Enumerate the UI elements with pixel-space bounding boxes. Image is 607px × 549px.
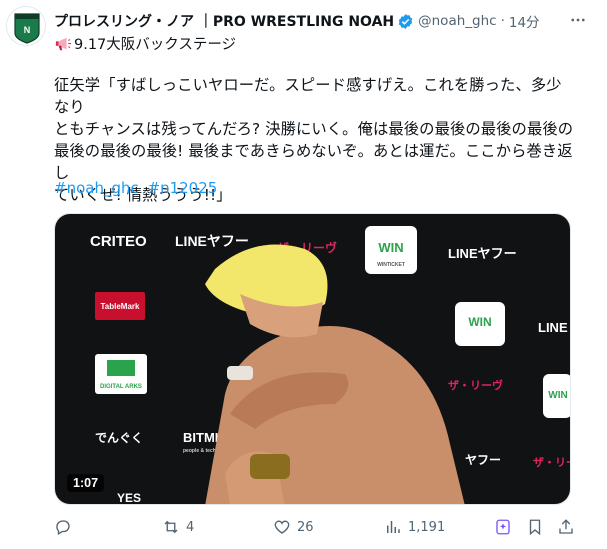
video-duration: 1:07 — [67, 474, 105, 492]
svg-text:ザ・リーヴ: ザ・リーヴ — [448, 378, 503, 392]
reply-icon — [56, 520, 70, 535]
svg-text:WIN: WIN — [468, 315, 491, 329]
share-icon — [559, 519, 573, 534]
repost-count: 4 — [186, 519, 195, 535]
banner-text: DIGITAL ARKS — [100, 384, 142, 390]
reply-button[interactable] — [54, 514, 78, 540]
action-bar: 4 26 1,191 — [54, 514, 582, 540]
banner-text: LINE — [538, 320, 568, 335]
banner-text: TableMark — [101, 302, 141, 311]
repost-button[interactable]: 4 — [162, 514, 194, 540]
banner-text: ヤフー — [465, 453, 501, 467]
banner-text: YES — [117, 491, 141, 505]
svg-text:N: N — [24, 25, 31, 35]
like-count: 26 — [297, 519, 314, 535]
grok-icon — [496, 519, 510, 535]
bookmark-icon — [529, 519, 541, 536]
tweet-header: プロレスリング・ノア ｜PRO WRESTLING NOAH @noah_ghc… — [54, 10, 595, 32]
display-name[interactable]: プロレスリング・ノア ｜PRO WRESTLING NOAH — [54, 11, 394, 31]
video-player[interactable]: CRITEO LINEヤフー ザ・リーヴ WIN WINTICKET LINEヤ… — [54, 213, 571, 505]
tweet-first-line: 9.17大阪バックステージ — [54, 33, 236, 54]
first-line-text: 9.17大阪バックステージ — [74, 37, 237, 53]
hashtags: #noah_ghc #n12025 — [54, 179, 221, 197]
like-icon — [274, 520, 290, 534]
like-button[interactable]: 26 — [273, 514, 314, 540]
banner-text: LINEヤフー — [175, 233, 249, 249]
noah-logo-icon: N — [7, 7, 45, 45]
verified-icon — [398, 13, 413, 29]
banner-text: CRITEO — [90, 233, 147, 250]
timestamp[interactable]: 14分 — [509, 11, 540, 31]
separator-dot: · — [500, 13, 505, 29]
more-icon[interactable] — [567, 9, 589, 31]
banner-text: LINEヤフー — [448, 246, 517, 261]
views-button[interactable]: 1,191 — [384, 514, 445, 540]
repost-icon — [164, 520, 178, 534]
body-line: 最後の最後の最後! 最後まであきらめないぞ。あとは運だ。ここから巻き返し — [54, 142, 573, 182]
hashtag-link[interactable]: #n12025 — [148, 179, 218, 197]
body-line: ともチャンスは残ってんだろ? 決勝にいく。俺は最後の最後の最後の最後の — [54, 120, 574, 138]
svg-text:ザ・リーヴ: ザ・リーヴ — [533, 455, 571, 469]
svg-text:WIN: WIN — [548, 390, 567, 401]
avatar[interactable]: N — [6, 6, 46, 46]
megaphone-icon — [55, 37, 71, 50]
handle[interactable]: @noah_ghc — [418, 13, 496, 29]
banner-text: WIN — [378, 240, 403, 255]
views-icon — [387, 521, 400, 533]
banner-text: でんぐく — [95, 431, 143, 445]
share-button[interactable] — [557, 514, 575, 540]
bookmark-button[interactable] — [526, 514, 544, 540]
grok-button[interactable] — [494, 514, 512, 540]
video-frame: CRITEO LINEヤフー ザ・リーヴ WIN WINTICKET LINEヤ… — [55, 214, 571, 505]
body-line: 征矢学「すばしっこいヤローだ。スピード感すげえ。これを勝った、多少なり — [54, 76, 562, 116]
views-count: 1,191 — [408, 519, 446, 535]
hashtag-link[interactable]: #noah_ghc — [54, 179, 139, 197]
banner-text: WINTICKET — [377, 262, 405, 268]
